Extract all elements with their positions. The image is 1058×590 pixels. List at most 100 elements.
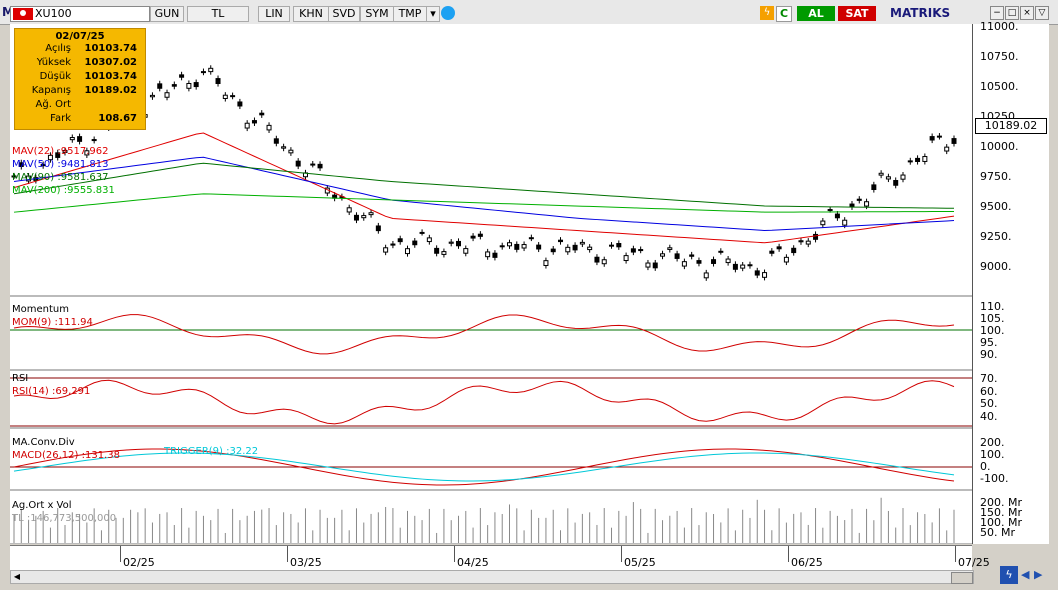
candle-body	[864, 201, 870, 207]
tmp-button[interactable]: TMP	[393, 6, 427, 22]
momentum-legend: MOM(9) :111.94	[12, 317, 93, 328]
currency-button[interactable]: TL	[187, 6, 249, 22]
symbol-text: XU100	[35, 7, 72, 20]
candle-body	[711, 259, 717, 264]
candle-body	[353, 214, 359, 221]
candle-body	[703, 272, 709, 279]
bird-icon[interactable]	[441, 6, 455, 20]
mav22-legend: MAV(22) :9517.962	[12, 146, 108, 157]
candle-body	[878, 172, 884, 176]
candle-body	[769, 250, 775, 254]
sell-button[interactable]: SAT	[838, 6, 876, 21]
candle-body	[783, 256, 789, 263]
candle-body	[281, 146, 287, 149]
candle-body	[171, 84, 177, 87]
candle-body	[492, 252, 498, 258]
info-value: 108.67	[98, 113, 137, 124]
x-tick-mark	[955, 546, 956, 562]
dropdown-icon[interactable]: ▾	[426, 6, 440, 22]
scroll-thumb[interactable]	[951, 572, 973, 584]
mav200-value: :9555.831	[63, 185, 115, 196]
candle-body	[149, 94, 155, 98]
chart-svg[interactable]	[10, 24, 972, 544]
maximize-button[interactable]: □	[1005, 6, 1019, 20]
candle-body	[834, 213, 840, 219]
info-label: Fark	[50, 113, 71, 124]
info-row: Fark 108.67	[15, 112, 145, 126]
price-tick-label: 10000.	[980, 140, 1019, 153]
candle-body	[929, 136, 935, 141]
candle-body	[361, 215, 367, 219]
x-tick-label: 03/25	[290, 556, 322, 569]
candle-body	[849, 203, 855, 208]
rsi-label: RSI(14)	[12, 386, 49, 397]
candle-body	[470, 235, 476, 239]
candle-body	[638, 249, 644, 252]
options-button[interactable]: ▽	[1035, 6, 1049, 20]
momentum-value: :111.94	[54, 317, 93, 328]
candle-body	[907, 160, 913, 163]
candle-body	[900, 174, 906, 180]
chart-area[interactable]	[10, 24, 972, 544]
candle-body	[230, 95, 236, 98]
candle-body	[681, 261, 687, 267]
trigger-legend: TRIGGER(9) :32.22	[164, 446, 258, 457]
candle-body	[915, 157, 921, 163]
candle-body	[791, 247, 797, 254]
macd-tick-label: -100.	[980, 472, 1009, 485]
scroll-prev-icon[interactable]: ◀	[1021, 568, 1033, 582]
candle-body	[499, 245, 505, 248]
candle-body	[368, 212, 374, 216]
svd-button[interactable]: SVD	[328, 6, 360, 22]
candle-body	[397, 238, 403, 243]
period-button[interactable]: GUN	[150, 6, 184, 22]
scroll-left-icon[interactable]: ◀	[11, 571, 23, 583]
refresh-icon[interactable]: C	[776, 6, 792, 22]
candle-body	[426, 237, 432, 243]
price-tick-label: 11000.	[980, 20, 1019, 33]
candle-body	[689, 254, 695, 257]
macd-value: :131.38	[81, 450, 120, 461]
mav200-legend: MAV(200) :9555.831	[12, 185, 115, 196]
volume-label: TL	[12, 513, 24, 524]
candle-body	[477, 233, 483, 237]
candle-body	[951, 138, 957, 144]
price-tick-label: 9250.	[980, 230, 1012, 243]
x-tick-mark	[120, 546, 121, 562]
mav22-label: MAV(22)	[12, 146, 55, 157]
candle-body	[820, 220, 826, 226]
symbol-input[interactable]: XU100	[10, 6, 150, 22]
buy-button[interactable]: AL	[797, 6, 835, 21]
autoscale-icon[interactable]: ϟ	[1000, 566, 1018, 584]
lin-button[interactable]: LIN	[258, 6, 290, 22]
mav50-value: :9481.813	[57, 159, 109, 170]
price-tick-label: 9500.	[980, 200, 1012, 213]
candle-body	[856, 198, 862, 201]
candle-body	[346, 207, 352, 213]
minimize-button[interactable]: −	[990, 6, 1004, 20]
horizontal-scrollbar[interactable]: ◀	[10, 570, 974, 584]
candle-body	[208, 67, 214, 73]
candle-body	[623, 255, 629, 262]
scroll-next-icon[interactable]: ▶	[1034, 568, 1046, 582]
lightning-icon[interactable]: ϟ	[760, 6, 774, 20]
candle-body	[762, 272, 768, 278]
moving-average-line	[13, 162, 955, 209]
candle-body	[259, 112, 265, 116]
sym-button[interactable]: SYM	[360, 6, 394, 22]
info-row: Açılış 10103.74	[15, 42, 145, 56]
ohlc-info-box: 02/07/25 Açılış 10103.74 Yüksek 10307.02 Düş…	[14, 28, 146, 130]
info-row: Yüksek 10307.02	[15, 56, 145, 70]
volume-tick-label: 50. Mr	[980, 526, 1016, 539]
khn-button[interactable]: KHN	[293, 6, 329, 22]
candle-body	[645, 262, 651, 268]
candle-body	[215, 78, 221, 84]
close-button[interactable]: ×	[1020, 6, 1034, 20]
candle-body	[747, 264, 753, 267]
rsi-tick-label: 60.	[980, 384, 998, 398]
candle-body	[572, 244, 578, 251]
candle-body	[667, 247, 673, 250]
candle-body	[536, 244, 542, 250]
candle-body	[244, 122, 250, 129]
candle-body	[893, 180, 899, 186]
